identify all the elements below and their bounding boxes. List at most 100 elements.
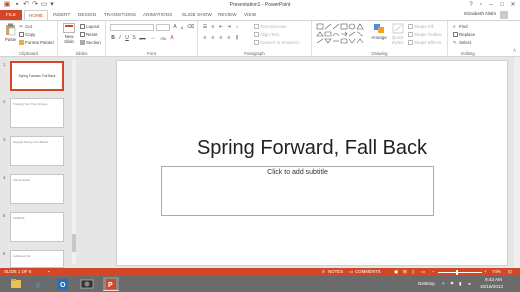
help-icon[interactable]: ?	[466, 0, 476, 10]
bullets-icon[interactable]: ☰	[202, 24, 208, 31]
tab-insert[interactable]: INSERT	[53, 10, 70, 20]
font-color-icon[interactable]: A	[169, 35, 175, 42]
zoom-slider[interactable]	[438, 271, 482, 273]
collapse-ribbon-icon[interactable]: ˄	[513, 48, 516, 54]
cursor-icon: ↖	[453, 40, 458, 47]
shape-outline-button[interactable]: Shape Outline	[408, 31, 442, 38]
tab-animations[interactable]: ANIMATIONS	[143, 10, 172, 20]
zoom-in-icon[interactable]: +	[484, 268, 487, 276]
slide-title[interactable]: Spring Forward, Fall Back	[117, 137, 507, 160]
shape-effects-button[interactable]: Shape Effects	[408, 39, 441, 46]
clear-formatting-icon[interactable]: ⌫	[187, 24, 194, 31]
user-name[interactable]: Elizabeth Nishi	[464, 10, 496, 20]
grow-font-icon[interactable]: A	[172, 24, 178, 31]
numbering-icon[interactable]: ≡	[210, 24, 216, 31]
file-explorer-icon[interactable]	[8, 277, 24, 291]
quick-styles-button[interactable]: Quick Styles	[389, 23, 406, 45]
slide-thumbnail-3[interactable]: Daylight Saving Time Basics	[10, 136, 64, 166]
bold-button[interactable]: B	[110, 35, 116, 42]
arrange-button[interactable]: Arrange	[370, 23, 388, 40]
flag-icon[interactable]: ⚑	[450, 281, 454, 287]
volume-icon[interactable]: ◂	[468, 281, 470, 287]
subtitle-placeholder[interactable]: Click to add subtitle	[161, 166, 434, 216]
new-slide-button[interactable]: New Slide	[60, 23, 78, 44]
replace-button[interactable]: Replace	[453, 31, 475, 38]
center-icon[interactable]: ≡	[210, 35, 216, 42]
slide-thumbnail-2[interactable]: Tracking Your Time Change	[10, 98, 64, 128]
ribbon-display-options-icon[interactable]: ▫	[476, 0, 486, 10]
slide-indicator: SLIDE 1 OF 6	[4, 269, 32, 274]
internet-explorer-icon[interactable]: e	[32, 277, 48, 291]
select-button[interactable]: ↖ Select	[453, 39, 471, 46]
align-left-icon[interactable]: ≡	[202, 35, 208, 42]
shadow-button[interactable]: S	[131, 35, 137, 42]
comments-button[interactable]: COMMENTS	[355, 268, 381, 276]
tab-view[interactable]: VIEW	[244, 10, 256, 20]
shape-fill-button[interactable]: Shape Fill	[408, 23, 434, 30]
underline-button[interactable]: U	[124, 35, 130, 42]
layout-button[interactable]: Layout	[80, 23, 99, 30]
thumbnail-title: Spring Ahead	[13, 178, 30, 182]
clock-time[interactable]: 9:43 AM	[485, 277, 502, 282]
paste-button[interactable]: Paste	[3, 23, 18, 42]
reset-button[interactable]: Reset	[80, 31, 97, 38]
tab-file[interactable]: FILE	[0, 10, 22, 20]
zoom-out-icon[interactable]: –	[432, 268, 434, 276]
tab-review[interactable]: REVIEW	[218, 10, 237, 20]
align-right-icon[interactable]: ≡	[218, 35, 224, 42]
tab-design[interactable]: DESIGN	[78, 10, 96, 20]
zoom-level[interactable]: 74%	[492, 268, 501, 276]
maximize-button[interactable]: □	[497, 0, 507, 10]
spelling-icon[interactable]: ▪	[48, 268, 50, 276]
thumbnail-title: Spring Forward, Fall Back	[18, 74, 56, 78]
slide-scrollbar[interactable]	[514, 57, 520, 268]
fit-slide-icon[interactable]: ⊡	[508, 268, 512, 276]
columns-icon[interactable]: ⫼	[234, 35, 240, 42]
reading-view-icon[interactable]: ▯	[412, 268, 414, 276]
change-case-button[interactable]: Aa	[159, 35, 167, 42]
current-slide[interactable]: Spring Forward, Fall Back Click to add s…	[116, 60, 508, 266]
italic-button[interactable]: I	[117, 35, 123, 42]
character-spacing-icon[interactable]: ↔	[149, 35, 157, 42]
shrink-font-icon[interactable]: A	[179, 24, 185, 31]
tab-transitions[interactable]: TRANSITIONS	[104, 10, 136, 20]
copy-button[interactable]: Copy	[19, 31, 35, 38]
notes-button[interactable]: NOTES	[328, 268, 343, 276]
cut-button[interactable]: ✂ Cut	[19, 23, 32, 30]
slideshow-view-icon[interactable]: ▭	[421, 268, 425, 276]
line-spacing-icon[interactable]: ↕	[234, 24, 240, 31]
outlook-icon[interactable]: O	[55, 277, 71, 291]
section-button[interactable]: Section	[80, 39, 101, 46]
find-button[interactable]: ⌕ Find	[453, 23, 468, 30]
zoom-slider-handle[interactable]	[456, 269, 458, 275]
format-painter-button[interactable]: Format Painter	[19, 39, 54, 46]
align-text-button[interactable]: Align Text	[254, 31, 279, 38]
decrease-indent-icon[interactable]: ⇤	[218, 24, 224, 31]
font-size-select[interactable]	[156, 24, 170, 31]
desktop-toolbar-label[interactable]: Desktop	[418, 281, 435, 286]
strikethrough-button[interactable]: abc	[138, 35, 147, 42]
slide-thumbnail-1[interactable]: Spring Forward, Fall Back	[10, 61, 64, 91]
clock-date[interactable]: 10/16/2013	[480, 284, 503, 289]
slide-sorter-icon[interactable]: ⊞	[403, 268, 407, 276]
slide-thumbnail-5[interactable]: Fall Back	[10, 212, 64, 242]
close-button[interactable]: ✕	[508, 0, 518, 10]
justify-icon[interactable]: ≡	[226, 35, 232, 42]
powerpoint-taskbar-icon[interactable]: P	[103, 277, 119, 291]
show-hidden-icons-icon[interactable]: ˄	[442, 281, 445, 286]
slide-thumbnail-4[interactable]: Spring Ahead	[10, 174, 64, 204]
shapes-gallery[interactable]	[316, 23, 366, 45]
convert-smartart-button[interactable]: Convert to SmartArt	[254, 39, 299, 46]
increase-indent-icon[interactable]: ⇥	[226, 24, 232, 31]
text-direction-button[interactable]: Text Direction	[254, 23, 287, 30]
tab-slide-show[interactable]: SLIDE SHOW	[182, 10, 212, 20]
minimize-button[interactable]: –	[486, 0, 496, 10]
slide-thumbnail-6[interactable]: Additional Info	[10, 250, 64, 268]
camera-app-icon[interactable]	[79, 277, 95, 291]
normal-view-icon[interactable]: ▣	[394, 268, 398, 276]
smartart-icon	[254, 40, 259, 46]
font-family-select[interactable]	[110, 24, 154, 31]
drawing-group: Arrange Quick Styles Shape Fill Shape Ou…	[312, 21, 448, 57]
network-icon[interactable]: ▮	[459, 281, 462, 287]
avatar[interactable]	[500, 11, 508, 19]
